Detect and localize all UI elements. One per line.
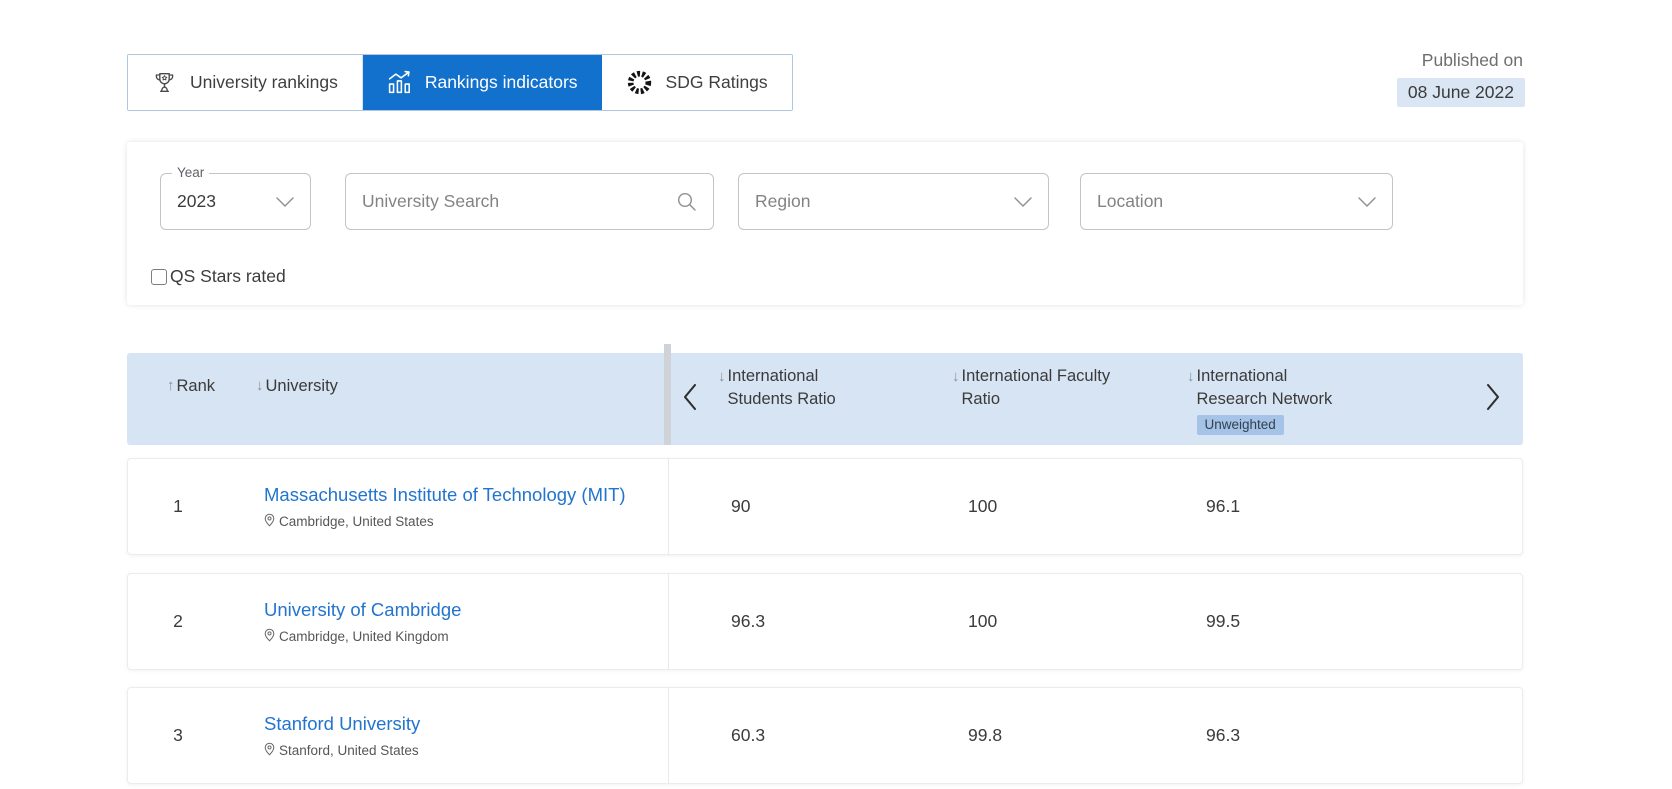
table-row: 3 Stanford University Stanford, United S…	[127, 687, 1523, 784]
university-link[interactable]: Stanford University	[264, 713, 420, 735]
chevron-down-icon	[1358, 196, 1376, 207]
published-on-label: Published on	[1421, 50, 1523, 70]
chart-icon	[387, 70, 412, 95]
university-search-input[interactable]	[362, 191, 676, 212]
chevron-down-icon	[1014, 196, 1032, 207]
chevron-down-icon	[276, 196, 294, 207]
rankings-page: University rankings Rankings indicators	[0, 0, 1672, 789]
sort-desc-icon: ↓	[1187, 368, 1195, 385]
rank-cell: 2	[173, 611, 183, 631]
intl-students-ratio-value: 60.3	[731, 725, 766, 745]
university-link[interactable]: Massachusetts Institute of Technology (M…	[264, 484, 626, 506]
column-split-handle[interactable]	[664, 344, 671, 445]
column-header-intl-students-ratio[interactable]: ↓ International Students Ratio	[718, 365, 873, 411]
year-select-label: Year	[172, 165, 210, 180]
location-pin-icon	[264, 742, 275, 759]
column-label: Rank	[176, 377, 216, 395]
university-search-field	[345, 173, 714, 230]
sort-desc-icon: ↓	[256, 377, 264, 394]
region-select[interactable]: Region	[738, 173, 1049, 230]
qs-stars-checkbox[interactable]	[151, 268, 167, 285]
column-label: International Faculty Ratio	[961, 367, 1111, 408]
university-location: Cambridge, United States	[264, 513, 626, 530]
university-link[interactable]: University of Cambridge	[264, 599, 461, 621]
year-select-value: 2023	[177, 191, 216, 211]
published-date-badge: 08 June 2022	[1396, 78, 1525, 107]
intl-research-network-value: 96.3	[1206, 725, 1241, 745]
location-pin-icon	[264, 513, 275, 530]
table-header: ↑ Rank ↓ University ↓ International Stud…	[127, 344, 1523, 445]
trophy-icon	[152, 70, 177, 95]
rankings-tab-bar: University rankings Rankings indicators	[127, 54, 793, 111]
qs-stars-label: QS Stars rated	[170, 266, 286, 286]
sort-desc-icon: ↓	[718, 368, 726, 385]
tab-sdg-ratings[interactable]: SDG Ratings	[601, 55, 792, 110]
search-icon	[676, 191, 697, 212]
tab-rankings-indicators[interactable]: Rankings indicators	[362, 55, 602, 110]
location-text: Cambridge, United Kingdom	[279, 628, 449, 644]
location-select[interactable]: Location	[1080, 173, 1393, 230]
column-header-rank[interactable]: ↑ Rank	[167, 377, 215, 396]
intl-faculty-ratio-value: 100	[968, 611, 998, 631]
university-location: Stanford, United States	[264, 742, 420, 759]
university-location: Cambridge, United Kingdom	[264, 628, 461, 645]
sort-desc-icon: ↓	[952, 368, 960, 385]
intl-faculty-ratio-value: 100	[968, 496, 998, 516]
university-cell: Massachusetts Institute of Technology (M…	[264, 459, 626, 554]
sort-asc-icon: ↑	[167, 377, 175, 394]
sdg-ring-icon	[626, 69, 653, 96]
column-label: International Research Network	[1196, 367, 1333, 408]
intl-research-network-value: 99.5	[1206, 611, 1241, 631]
intl-research-network-value: 96.1	[1206, 496, 1241, 516]
year-select[interactable]: Year 2023	[160, 165, 311, 230]
location-text: Cambridge, United States	[279, 513, 434, 529]
tab-university-rankings[interactable]: University rankings	[128, 55, 363, 110]
location-select-placeholder: Location	[1097, 191, 1164, 211]
chevron-left-icon	[682, 383, 697, 416]
intl-faculty-ratio-value: 99.8	[968, 725, 1003, 745]
location-pin-icon	[264, 628, 275, 645]
tab-label: University rankings	[190, 72, 338, 92]
scroll-left-button[interactable]	[675, 375, 703, 423]
intl-students-ratio-value: 96.3	[731, 611, 766, 631]
column-divider	[668, 459, 669, 554]
table-row: 1 Massachusetts Institute of Technology …	[127, 458, 1523, 555]
tab-label: Rankings indicators	[424, 72, 578, 92]
chevron-right-icon	[1486, 383, 1501, 416]
unweighted-badge: Unweighted	[1196, 415, 1284, 435]
column-divider	[668, 688, 669, 783]
university-cell: University of Cambridge Cambridge, Unite…	[264, 574, 461, 669]
column-header-intl-research-network[interactable]: ↓ International Research Network Unweigh…	[1187, 365, 1359, 436]
rank-cell: 1	[173, 496, 183, 516]
column-header-intl-faculty-ratio[interactable]: ↓ International Faculty Ratio	[952, 365, 1140, 411]
table-row: 2 University of Cambridge Cambridge, Uni…	[127, 573, 1523, 670]
rank-cell: 3	[173, 725, 183, 745]
university-cell: Stanford University Stanford, United Sta…	[264, 688, 420, 783]
qs-stars-filter[interactable]: QS Stars rated	[151, 266, 286, 287]
scroll-right-button[interactable]	[1479, 375, 1507, 423]
column-divider	[668, 574, 669, 669]
intl-students-ratio-value: 90	[731, 496, 751, 516]
tab-label: SDG Ratings	[665, 72, 768, 92]
column-label: International Students Ratio	[727, 367, 836, 408]
location-text: Stanford, United States	[279, 742, 419, 758]
column-label: University	[265, 377, 338, 395]
column-header-university[interactable]: ↓ University	[256, 377, 338, 396]
filters-panel: Year 2023 Region Location QS S	[127, 142, 1523, 305]
region-select-placeholder: Region	[755, 191, 811, 211]
